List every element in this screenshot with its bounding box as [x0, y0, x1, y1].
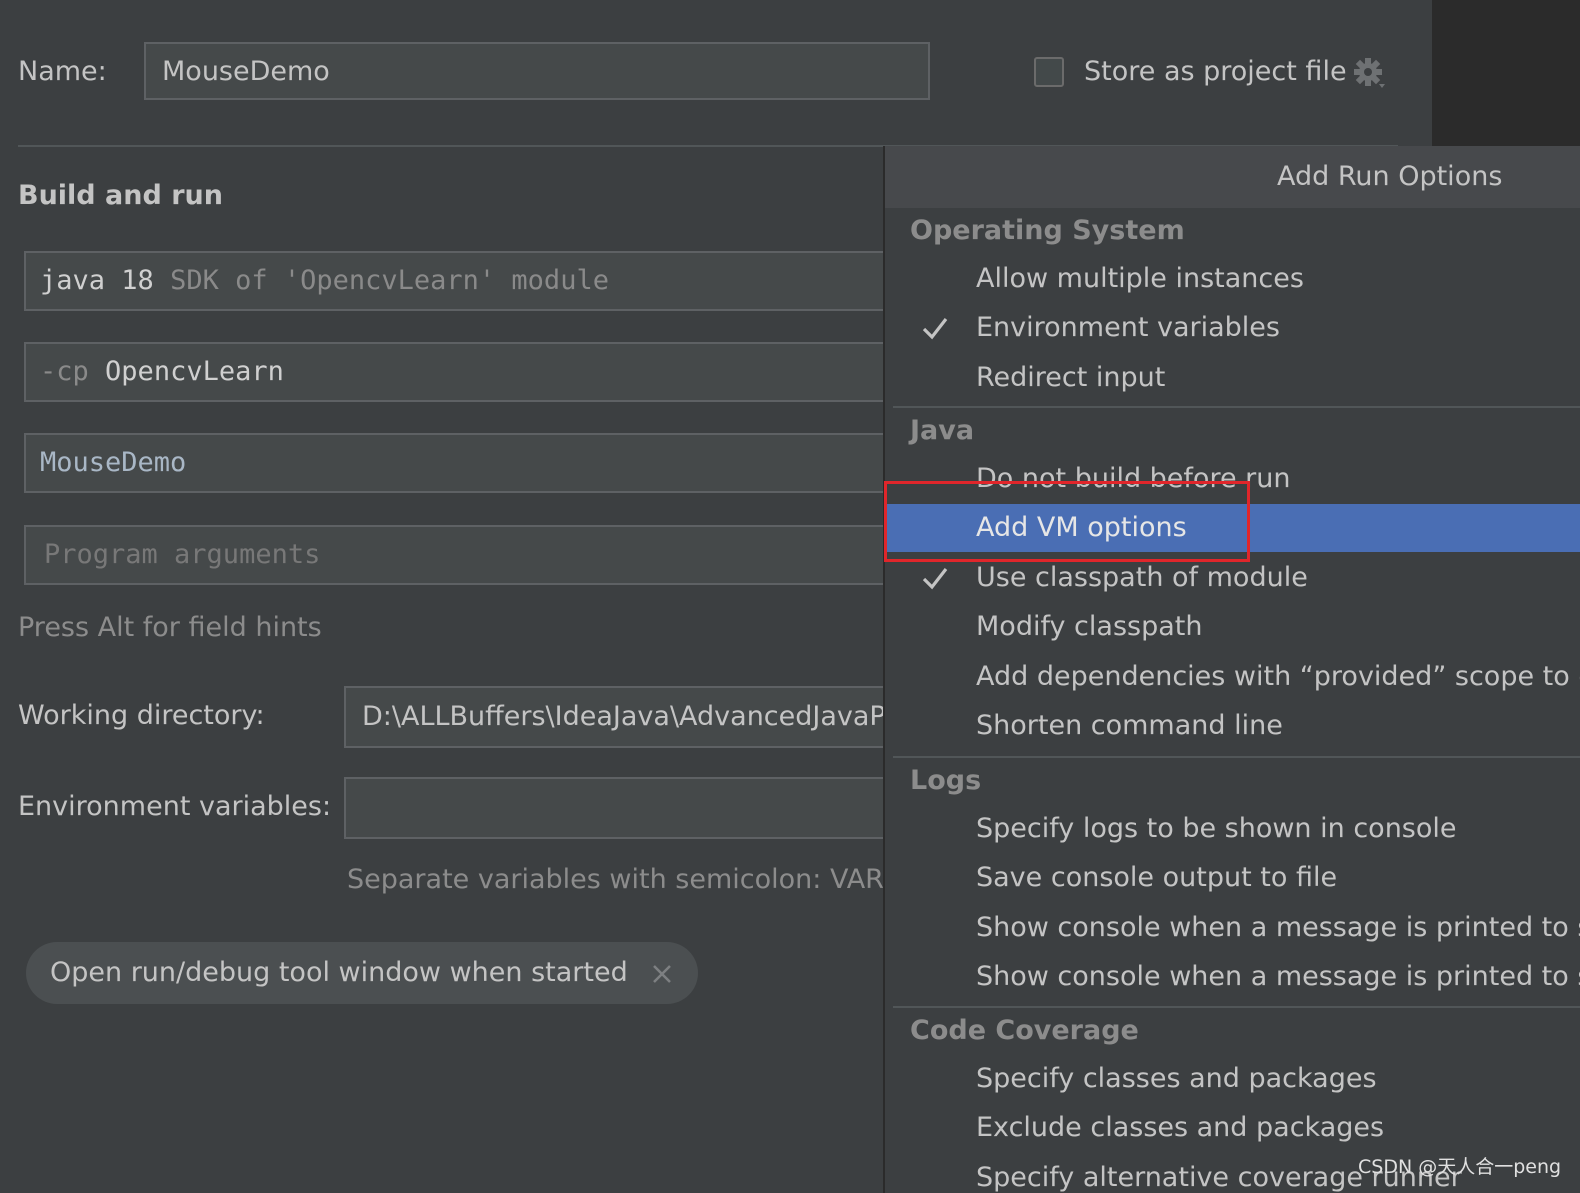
option-allow-multiple-instances[interactable]: Allow multiple instances — [885, 255, 1580, 303]
jre-description: SDK of 'OpencvLearn' module — [170, 265, 609, 296]
environment-variables-input[interactable] — [344, 777, 924, 839]
option-label: Specify classes and packages — [976, 1063, 1377, 1094]
main-class-value: MouseDemo — [40, 447, 187, 478]
jre-selector[interactable]: java 18 SDK of 'OpencvLearn' module — [24, 251, 924, 311]
option-modify-classpath[interactable]: Modify classpath — [885, 603, 1580, 651]
highlight-annotation-box — [884, 481, 1250, 562]
run-configuration-dialog: Name: MouseDemo Store as project file Bu… — [0, 0, 1580, 1193]
environment-variables-label: Environment variables: — [18, 791, 332, 822]
program-arguments-field[interactable]: Program arguments — [24, 525, 924, 585]
check-icon — [922, 568, 948, 590]
option-label: Environment variables — [976, 312, 1280, 343]
main-class-field[interactable]: MouseDemo — [24, 433, 924, 493]
field-hints-text: Press Alt for field hints — [18, 612, 322, 643]
option-label: Use classpath of module — [976, 562, 1308, 593]
option-exclude-classes-packages[interactable]: Exclude classes and packages — [885, 1104, 1580, 1152]
option-specify-classes-packages[interactable]: Specify classes and packages — [885, 1055, 1580, 1103]
option-label: Add dependencies with “provided” scope t… — [976, 661, 1580, 692]
group-separator — [893, 1006, 1580, 1008]
jre-version: java 18 — [40, 265, 154, 296]
close-icon[interactable] — [650, 962, 674, 986]
option-label: Show console when a message is printed t… — [976, 912, 1580, 943]
group-separator — [893, 756, 1580, 758]
option-label: Modify classpath — [976, 611, 1203, 642]
group-separator — [893, 406, 1580, 408]
store-as-project-file-label[interactable]: Store as project file — [1084, 56, 1347, 87]
build-and-run-title: Build and run — [18, 180, 223, 211]
option-show-console-stderr[interactable]: Show console when a message is printed t… — [885, 953, 1580, 1001]
background-panel — [1432, 0, 1580, 150]
cp-module: OpencvLearn — [105, 356, 284, 387]
environment-variables-hint: Separate variables with semicolon: VAR= — [347, 864, 907, 895]
option-label: Redirect input — [976, 362, 1166, 393]
popup-title: Add Run Options — [1277, 161, 1503, 192]
option-shorten-command-line[interactable]: Shorten command line — [885, 702, 1580, 750]
option-label: Save console output to file — [976, 862, 1338, 893]
cp-prefix: -cp — [40, 356, 89, 387]
name-input[interactable]: MouseDemo — [144, 42, 930, 100]
option-label: Allow multiple instances — [976, 263, 1304, 294]
option-specify-logs[interactable]: Specify logs to be shown in console — [885, 805, 1580, 853]
working-directory-label: Working directory: — [18, 700, 265, 731]
gear-icon[interactable] — [1352, 56, 1386, 90]
name-label: Name: — [18, 56, 107, 87]
option-label: Specify logs to be shown in console — [976, 813, 1457, 844]
module-classpath-selector[interactable]: -cp OpencvLearn — [24, 342, 924, 402]
group-header-code-coverage: Code Coverage — [910, 1015, 1139, 1046]
working-directory-input[interactable]: D:\ALLBuffers\IdeaJava\AdvancedJavaP — [344, 686, 924, 748]
group-header-java: Java — [910, 415, 975, 446]
option-label: Show console when a message is printed t… — [976, 961, 1580, 992]
chip-label: Open run/debug tool window when started — [50, 957, 628, 988]
watermark: CSDN @天人合一peng — [1358, 1156, 1562, 1178]
store-as-project-file-checkbox[interactable] — [1034, 57, 1064, 87]
add-run-options-popup: Add Run Options Operating System Allow m… — [883, 146, 1580, 1193]
option-save-console-output[interactable]: Save console output to file — [885, 854, 1580, 902]
check-icon — [922, 318, 948, 340]
group-header-operating-system: Operating System — [910, 215, 1185, 246]
option-add-provided-dependencies[interactable]: Add dependencies with “provided” scope t… — [885, 653, 1580, 701]
option-environment-variables[interactable]: Environment variables — [885, 304, 1580, 352]
open-tool-window-chip[interactable]: Open run/debug tool window when started — [26, 942, 698, 1004]
option-label: Shorten command line — [976, 710, 1283, 741]
popup-header: Add Run Options — [885, 146, 1580, 208]
option-label: Exclude classes and packages — [976, 1112, 1385, 1143]
option-show-console-stdout[interactable]: Show console when a message is printed t… — [885, 904, 1580, 952]
option-redirect-input[interactable]: Redirect input — [885, 354, 1580, 402]
program-arguments-placeholder: Program arguments — [44, 539, 321, 570]
group-header-logs: Logs — [910, 765, 982, 796]
